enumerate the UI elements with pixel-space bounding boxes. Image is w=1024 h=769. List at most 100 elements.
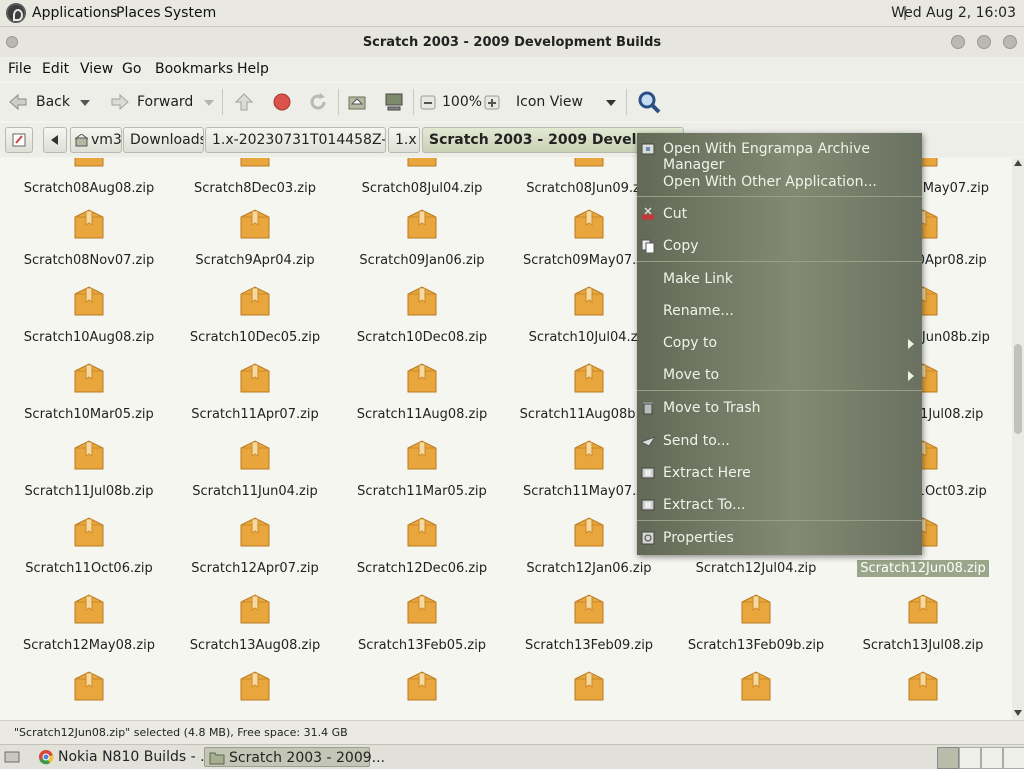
zoom-in-icon[interactable]	[484, 92, 500, 112]
trash-icon	[643, 402, 653, 415]
scroll-up-icon[interactable]	[1014, 160, 1022, 166]
file-item[interactable]	[172, 669, 338, 720]
up-arrow-icon[interactable]	[234, 92, 254, 112]
reload-icon[interactable]	[308, 92, 328, 112]
task-browser[interactable]: Nokia N810 Builds - ...	[34, 747, 213, 767]
breadcrumb-vm3[interactable]: vm3	[70, 127, 122, 153]
panel-clock[interactable]: Wed Aug 2, 16:03	[891, 5, 1016, 21]
menu-item-move-to[interactable]: Move to	[637, 360, 922, 390]
back-history-dropdown-icon[interactable]	[78, 92, 92, 112]
file-item[interactable]: Scratch13Feb09b.zip	[673, 592, 839, 669]
menu-item-copy[interactable]: Copy	[637, 231, 922, 261]
file-item[interactable]: Scratch13Jul08.zip	[840, 592, 1006, 669]
file-item[interactable]	[506, 669, 672, 720]
file-item[interactable]: Scratch11Mar05.zip	[339, 438, 505, 515]
file-item[interactable]: Scratch12Dec06.zip	[339, 515, 505, 592]
panel-menu-places[interactable]: Places	[116, 5, 161, 21]
maximize-button[interactable]	[977, 35, 991, 49]
breadcrumb-scroll-left-button[interactable]	[43, 127, 67, 153]
menu-separator	[637, 390, 922, 391]
file-item[interactable]: Scratch13Aug08.zip	[172, 592, 338, 669]
back-arrow-icon[interactable]	[8, 92, 28, 112]
menu-item-move-to-trash[interactable]: Move to Trash	[637, 393, 922, 423]
file-item[interactable]: Scratch11Aug08.zip	[339, 361, 505, 438]
menu-help[interactable]: Help	[237, 61, 269, 77]
zoom-level[interactable]: 100%	[442, 94, 482, 110]
minimize-button[interactable]	[951, 35, 965, 49]
breadcrumb-label: Downloads	[130, 132, 204, 148]
back-button[interactable]: Back	[36, 94, 70, 110]
breadcrumb-1x[interactable]: 1.x	[388, 127, 420, 153]
menu-item-open-with-other-application[interactable]: Open With Other Application...	[637, 167, 922, 197]
menu-item-label: Rename...	[663, 303, 734, 319]
view-mode-dropdown-icon[interactable]	[604, 92, 618, 112]
menu-bookmarks[interactable]: Bookmarks	[155, 61, 233, 77]
view-mode-select[interactable]: Icon View	[516, 94, 583, 110]
forward-history-dropdown-icon[interactable]	[202, 92, 216, 112]
file-item[interactable]: Scratch10Dec05.zip	[172, 284, 338, 361]
edit-location-button[interactable]	[5, 127, 33, 153]
file-item[interactable]: Scratch11Oct06.zip	[6, 515, 172, 592]
file-item[interactable]: Scratch11Apr07.zip	[172, 361, 338, 438]
workspace-4[interactable]	[1003, 747, 1024, 769]
home-folder-icon[interactable]	[347, 92, 367, 112]
menu-item-properties[interactable]: Properties	[637, 523, 922, 553]
file-item[interactable]: Scratch11Jul08b.zip	[6, 438, 172, 515]
file-item[interactable]	[339, 669, 505, 720]
menu-item-make-link[interactable]: Make Link	[637, 264, 922, 294]
menu-item-cut[interactable]: Cut	[637, 199, 922, 229]
file-item[interactable]: Scratch8Dec03.zip	[172, 158, 338, 212]
file-item[interactable]: Scratch13Feb05.zip	[339, 592, 505, 669]
workspace-2[interactable]	[959, 747, 981, 769]
status-text: "Scratch12Jun08.zip" selected (4.8 MB), …	[14, 726, 348, 739]
zoom-out-icon[interactable]	[420, 92, 436, 112]
file-item[interactable]	[673, 669, 839, 720]
computer-icon[interactable]	[384, 92, 404, 112]
package-icon	[741, 671, 771, 701]
task-file-manager[interactable]: Scratch 2003 - 2009...	[204, 747, 385, 767]
file-item[interactable]: Scratch12Apr07.zip	[172, 515, 338, 592]
forward-arrow-icon[interactable]	[110, 92, 130, 112]
file-item[interactable]	[840, 669, 1006, 720]
stop-icon[interactable]	[272, 92, 292, 112]
search-icon[interactable]	[637, 90, 661, 114]
file-item[interactable]: Scratch09Jan06.zip	[339, 207, 505, 284]
close-button[interactable]	[1003, 35, 1017, 49]
file-item[interactable]: Scratch11Jun04.zip	[172, 438, 338, 515]
menu-item-copy-to[interactable]: Copy to	[637, 328, 922, 358]
menu-item-extract-to[interactable]: Extract To...	[637, 490, 922, 520]
menu-go[interactable]: Go	[122, 61, 141, 77]
menu-view[interactable]: View	[80, 61, 113, 77]
scrollbar-thumb[interactable]	[1014, 344, 1022, 434]
show-desktop-icon[interactable]	[4, 749, 20, 765]
file-item[interactable]	[6, 669, 172, 720]
panel-menu-applications[interactable]: Applications	[32, 5, 118, 21]
file-item[interactable]: Scratch9Apr04.zip	[172, 207, 338, 284]
forward-button[interactable]: Forward	[137, 94, 193, 110]
workspace-1[interactable]	[937, 747, 959, 769]
file-item[interactable]: Scratch08Jul04.zip	[339, 158, 505, 212]
file-item[interactable]: Scratch10Mar05.zip	[6, 361, 172, 438]
file-item[interactable]: Scratch08Aug08.zip	[6, 158, 172, 212]
breadcrumb-downloads[interactable]: Downloads	[123, 127, 204, 153]
menu-edit[interactable]: Edit	[42, 61, 69, 77]
menu-file[interactable]: File	[8, 61, 31, 77]
menu-item-rename[interactable]: Rename...	[637, 296, 922, 326]
file-item[interactable]: Scratch13Feb09.zip	[506, 592, 672, 669]
menu-item-open-with-engrampa-archive-manager[interactable]: Open With Engrampa Archive Manager	[637, 134, 922, 173]
file-item[interactable]: Scratch08Nov07.zip	[6, 207, 172, 284]
scroll-down-icon[interactable]	[1014, 710, 1022, 716]
menu-item-send-to[interactable]: Send to...	[637, 426, 922, 456]
file-name: Scratch13Feb09.zip	[524, 638, 654, 653]
file-item[interactable]: Scratch12May08.zip	[6, 592, 172, 669]
workspace-3[interactable]	[981, 747, 1003, 769]
menu-item-extract-here[interactable]: Extract Here	[637, 458, 922, 488]
breadcrumb-1x-folder[interactable]: 1.x-20230731T014458Z-001	[205, 127, 386, 153]
window-titlebar[interactable]: Scratch 2003 - 2009 Development Builds	[0, 27, 1024, 57]
panel-menu-system[interactable]: System	[164, 5, 216, 21]
file-item[interactable]: Scratch10Dec08.zip	[339, 284, 505, 361]
send-icon	[641, 436, 655, 447]
file-item[interactable]: Scratch10Aug08.zip	[6, 284, 172, 361]
vertical-scrollbar[interactable]	[1012, 158, 1024, 720]
mate-logo-icon[interactable]	[6, 3, 26, 23]
